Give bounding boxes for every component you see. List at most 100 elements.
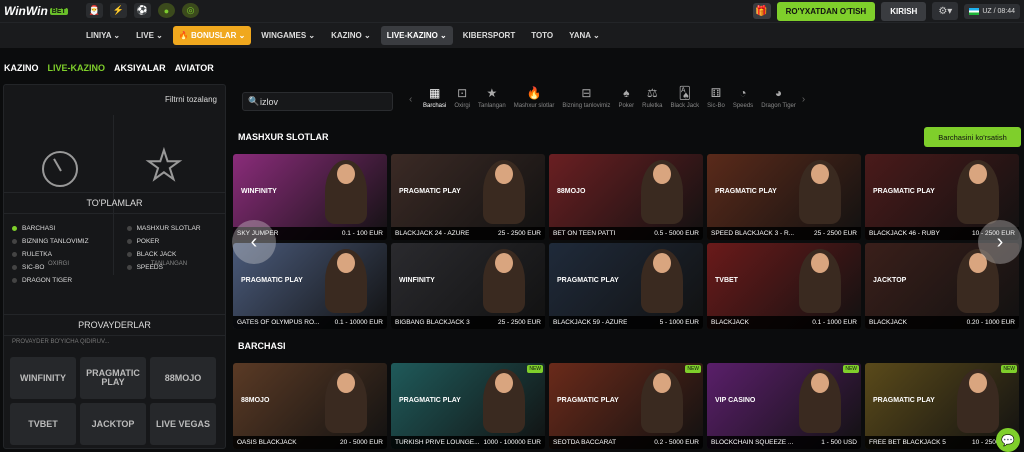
category-label: Mashxur slotlar xyxy=(513,103,555,109)
nav-wingames[interactable]: WINGAMES ⌄ xyxy=(255,26,321,45)
collection-dragon-tiger[interactable]: DRAGON TIGER xyxy=(12,277,89,284)
nav-bonuslar[interactable]: 🔥 BONUSLAR ⌄ xyxy=(172,26,252,45)
search-input[interactable]: 🔍 izlov xyxy=(242,92,393,111)
game-limits: 25 - 2500 EUR xyxy=(498,319,541,326)
collection-blackjack[interactable]: BLACK JACK xyxy=(126,251,201,258)
subnav-live-kazino[interactable]: LIVE-KAZINO xyxy=(48,63,106,73)
uz-flag-icon xyxy=(969,7,980,15)
category-poker[interactable]: ♠ Poker xyxy=(616,86,636,109)
provider-tvbet[interactable]: TVBET xyxy=(10,403,76,445)
category-mashxur-slotlar[interactable]: 🔥 Mashxur slotlar xyxy=(512,86,557,109)
search-icon: 🔍 xyxy=(248,96,260,106)
basketball-icon[interactable]: ◎ xyxy=(182,3,199,18)
category-dragon-tiger[interactable]: ◕ Dragon Tiger xyxy=(759,86,798,109)
dealer-image xyxy=(641,369,683,433)
provider-jacktop[interactable]: JACKTOP xyxy=(80,403,146,445)
language-time: UZ / 08:44 xyxy=(982,7,1015,15)
game-card[interactable]: PRAGMATIC PLAY NEW TURKISH PRIVE LOUNGE...… xyxy=(391,363,545,449)
carousel-prev-icon[interactable]: ‹ xyxy=(232,220,276,264)
game-card[interactable]: PRAGMATIC PLAY BLACKJACK 24 - AZURE 25 - 2… xyxy=(391,154,545,240)
carousel-next-icon[interactable]: › xyxy=(978,220,1022,264)
subnav-aviator[interactable]: AVIATOR xyxy=(175,63,214,73)
chevron-right-icon[interactable]: › xyxy=(802,86,810,105)
chat-icon[interactable]: 💬 xyxy=(996,428,1020,452)
game-caption: BIGBANG BLACKJACK 3 25 - 2500 EUR xyxy=(391,316,545,329)
provider-winfinity[interactable]: WINFINITY xyxy=(10,357,76,399)
collection-bizning[interactable]: BIZNING TANLOVIMIZ xyxy=(12,238,89,245)
chevron-left-icon[interactable]: ‹ xyxy=(409,86,417,105)
game-card[interactable]: TVBET BLACKJACK 0.1 - 1000 EUR xyxy=(707,243,861,329)
provider-88mojo[interactable]: 88MOJO xyxy=(150,357,216,399)
radio-dot-icon xyxy=(126,252,132,257)
category-oxirgi[interactable]: ⊡ Oxirgi xyxy=(452,86,472,109)
game-card[interactable]: PRAGMATIC PLAY BLACKJACK 59 - AZURE 5 - 10… xyxy=(549,243,703,329)
show-all-button[interactable]: Barchasini ko'rsatish xyxy=(924,127,1021,147)
nav-live-kazino[interactable]: LIVE-KAZINO ⌄ xyxy=(380,26,453,45)
settings-gear-icon[interactable]: ⚙▾ xyxy=(932,2,959,20)
provider-logo: PRAGMATIC PLAY xyxy=(399,397,461,404)
game-name: TURKISH PRIVE LOUNGE... xyxy=(395,439,480,446)
new-badge: NEW xyxy=(1001,365,1017,373)
category-icon: ▦ xyxy=(429,86,441,100)
sub-nav: KAZINO LIVE-KAZINO AKSIYALAR AVIATOR xyxy=(4,63,214,73)
tennis-icon[interactable]: ● xyxy=(158,3,175,18)
radio-dot-icon xyxy=(12,226,17,231)
category-label: Sic-Bo xyxy=(707,103,725,109)
brand-tag: BET xyxy=(49,7,68,15)
nav-liniya[interactable]: LINIYA ⌄ xyxy=(80,26,126,45)
quick-icons: 🎅 ⚡ ⚽ ● ◎ xyxy=(86,3,199,18)
sport-icon[interactable]: ⚡ xyxy=(110,3,127,18)
provider-search-input[interactable]: PROVAYDER BO'YICHA QIDIRUV... xyxy=(12,339,109,345)
nav-yana[interactable]: YANA ⌄ xyxy=(563,26,606,45)
category-bizning-tanlovimiz[interactable]: ⊟ Bizning tanlovimiz xyxy=(560,86,612,109)
category-barchasi[interactable]: ▦ Barchasi xyxy=(421,86,448,109)
subnav-aksiyalar[interactable]: AKSIYALAR xyxy=(114,63,166,73)
provider-logo: PRAGMATIC PLAY xyxy=(241,277,303,284)
collection-speeds[interactable]: SPEEDS xyxy=(126,264,201,271)
dealer-image xyxy=(325,160,367,224)
provider-logo: TVBET xyxy=(715,277,738,284)
game-card[interactable]: PRAGMATIC PLAY SPEED BLACKJACK 3 - R... 25… xyxy=(707,154,861,240)
collection-barchasi[interactable]: BARCHASI xyxy=(12,225,89,232)
provider-pragmatic[interactable]: PRAGMATIC PLAY xyxy=(80,357,146,399)
nav-kibersport[interactable]: KIBERSPORT xyxy=(457,26,521,45)
game-caption: BLACKJACK 0.1 - 1000 EUR xyxy=(707,316,861,329)
game-card[interactable]: WINFINITY BIGBANG BLACKJACK 3 25 - 2500 EU… xyxy=(391,243,545,329)
game-caption: BLACKJACK 59 - AZURE 5 - 1000 EUR xyxy=(549,316,703,329)
nav-kazino[interactable]: KAZINO ⌄ xyxy=(325,26,377,45)
subnav-kazino[interactable]: KAZINO xyxy=(4,63,39,73)
santa-icon[interactable]: 🎅 xyxy=(86,3,103,18)
nav-toto[interactable]: TOTO xyxy=(525,26,559,45)
game-card[interactable]: 88MOJO BET ON TEEN PATTI 0.5 - 5000 EUR xyxy=(549,154,703,240)
category-sic-bo[interactable]: ⚅ Sic-Bo xyxy=(705,86,727,109)
login-button[interactable]: KIRISH xyxy=(881,1,927,21)
brand-logo[interactable]: WinWin BET xyxy=(4,4,68,18)
game-caption: TURKISH PRIVE LOUNGE... 1000 - 100000 EUR xyxy=(391,436,545,449)
providers-grid: WINFINITY PRAGMATIC PLAY 88MOJO TVBET JA… xyxy=(10,357,216,445)
gift-icon[interactable]: 🎁 xyxy=(752,3,771,19)
register-button[interactable]: RO'YXATDAN O'TISH xyxy=(776,1,876,21)
collection-poker[interactable]: POKER xyxy=(126,238,201,245)
football-icon[interactable]: ⚽ xyxy=(134,3,151,18)
clear-filter-link[interactable]: Filtrni tozalang xyxy=(165,95,217,104)
game-card[interactable]: 88MOJO OASIS BLACKJACK 20 - 5000 EUR xyxy=(233,363,387,449)
provider-logo: PRAGMATIC PLAY xyxy=(873,397,935,404)
category-label: Oxirgi xyxy=(454,103,471,109)
game-card[interactable]: VIP CASINO NEW BLOCKCHAIN SQUEEZE ... 1 - 5… xyxy=(707,363,861,449)
category-label: Tanlangan xyxy=(478,103,506,109)
nav-live[interactable]: LIVE ⌄ xyxy=(130,26,169,45)
category-ruletka[interactable]: ⚖ Ruletka xyxy=(640,86,664,109)
category-tanlangan[interactable]: ★ Tanlangan xyxy=(476,86,508,109)
collection-mashxur[interactable]: MASHXUR SLOTLAR xyxy=(126,225,201,232)
category-icon: ⚅ xyxy=(710,86,722,100)
collection-ruletka[interactable]: RULETKA xyxy=(12,251,89,258)
category-speeds[interactable]: ◔ Speeds xyxy=(731,86,755,109)
dealer-image xyxy=(799,160,841,224)
game-card[interactable]: PRAGMATIC PLAY NEW SEOTDA BACCARAT 0.2 - 50… xyxy=(549,363,703,449)
collection-sicbo[interactable]: SIC-BO xyxy=(12,264,89,271)
brand-name: WinWin xyxy=(4,4,48,18)
provider-live-vegas[interactable]: LIVE VEGAS xyxy=(150,403,216,445)
category-black-jack[interactable]: 🂡 Black Jack xyxy=(668,86,701,109)
category-label: Speeds xyxy=(732,103,754,109)
language-selector[interactable]: UZ / 08:44 xyxy=(964,3,1020,19)
